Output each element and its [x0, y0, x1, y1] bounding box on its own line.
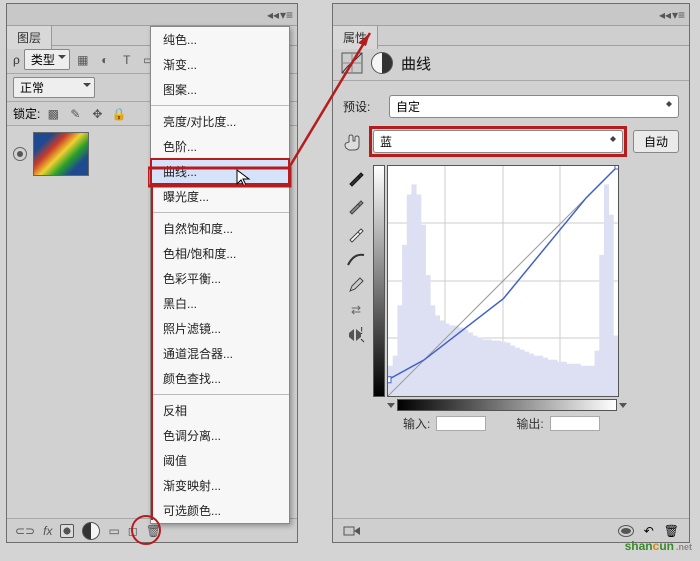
- input-value[interactable]: [436, 416, 486, 431]
- tab-properties[interactable]: 属性: [333, 26, 378, 49]
- filter-kind-icon[interactable]: ▦: [74, 52, 92, 68]
- menu-curves[interactable]: 曲线...: [151, 159, 289, 184]
- highlight-circle: [131, 515, 161, 545]
- mask-icon[interactable]: [60, 524, 74, 538]
- channel-row: 蓝 自动: [343, 126, 679, 157]
- io-row: 输入: 输出:: [373, 411, 627, 432]
- menu-hue-sat[interactable]: 色相/饱和度...: [151, 241, 289, 266]
- lock-all-icon[interactable]: 🔒: [110, 106, 128, 122]
- trash-icon[interactable]: 🗑: [664, 524, 679, 538]
- eyedropper-gray-icon[interactable]: [347, 197, 365, 215]
- eyedropper-black-icon[interactable]: [347, 169, 365, 187]
- menu-gradient-map[interactable]: 渐变映射...: [151, 473, 289, 498]
- properties-body: 预设: 自定 蓝 自动 ⇄ !: [333, 81, 689, 438]
- smooth-icon[interactable]: ⇄: [351, 303, 361, 317]
- auto-button[interactable]: 自动: [633, 130, 679, 153]
- preset-select[interactable]: 自定: [389, 95, 679, 118]
- clip-warning-icon[interactable]: !: [347, 327, 365, 343]
- adjustment-context-menu: 纯色... 渐变... 图案... 亮度/对比度... 色阶... 曲线... …: [150, 26, 290, 524]
- clip-icon[interactable]: [343, 524, 361, 538]
- output-label: 输出:: [516, 415, 543, 432]
- menu-invert[interactable]: 反相: [151, 398, 289, 423]
- menu-levels[interactable]: 色阶...: [151, 134, 289, 159]
- curves-grid-icon[interactable]: [341, 52, 363, 74]
- menu-threshold[interactable]: 阈值: [151, 448, 289, 473]
- properties-heading: 曲线: [401, 53, 431, 74]
- panel-menu-icon[interactable]: ▾≡: [280, 8, 293, 22]
- menu-posterize[interactable]: 色调分离...: [151, 423, 289, 448]
- menu-separator: [151, 394, 289, 395]
- properties-panel: ◂◂ ▾≡ 属性 曲线 预设: 自定 蓝 自动: [332, 3, 690, 543]
- preset-row: 预设: 自定: [343, 95, 679, 118]
- visibility-eye-icon[interactable]: [13, 147, 27, 161]
- eyedropper-white-icon[interactable]: [347, 225, 365, 243]
- black-slider[interactable]: [387, 403, 395, 408]
- hand-icon[interactable]: [343, 134, 363, 150]
- vert-gradient: [373, 165, 385, 397]
- group-icon[interactable]: ▭: [108, 524, 119, 538]
- watermark: shancun.net: [625, 537, 692, 555]
- lock-label: 锁定:: [13, 105, 40, 122]
- link-icon[interactable]: ⊂⊃: [15, 524, 35, 538]
- mask-disc-icon[interactable]: [371, 52, 393, 74]
- reset-icon[interactable]: ↶: [644, 524, 654, 538]
- preset-label: 预设:: [343, 98, 383, 115]
- fx-icon[interactable]: fx: [43, 524, 52, 538]
- properties-titlebar: ◂◂ ▾≡: [333, 4, 689, 26]
- collapse-icon[interactable]: ◂◂: [267, 8, 279, 22]
- menu-vibrance[interactable]: 自然饱和度...: [151, 216, 289, 241]
- channel-highlight: 蓝: [369, 126, 627, 157]
- panel-menu-icon[interactable]: ▾≡: [672, 8, 685, 22]
- layer-thumbnail[interactable]: [33, 132, 89, 176]
- view-previous-icon[interactable]: [618, 525, 634, 537]
- filter-text-icon[interactable]: T: [118, 52, 136, 68]
- white-slider[interactable]: [619, 403, 627, 408]
- channel-select[interactable]: 蓝: [373, 130, 623, 153]
- curves-svg: [388, 166, 618, 396]
- menu-solid-color[interactable]: 纯色...: [151, 27, 289, 52]
- lock-transparency-icon[interactable]: ▩: [44, 106, 62, 122]
- tab-row: 属性: [333, 26, 689, 46]
- menu-channel-mixer[interactable]: 通道混合器...: [151, 341, 289, 366]
- menu-exposure[interactable]: 曝光度...: [151, 184, 289, 209]
- output-value[interactable]: [550, 416, 600, 431]
- horiz-gradient: [397, 399, 617, 411]
- blend-mode-select[interactable]: 正常: [13, 77, 95, 98]
- adjustment-layer-icon[interactable]: [82, 522, 100, 540]
- filter-fx-icon[interactable]: ◐: [96, 52, 114, 68]
- menu-photo-filter[interactable]: 照片滤镜...: [151, 316, 289, 341]
- curve-point-icon[interactable]: [346, 253, 366, 267]
- input-label: 输入:: [403, 415, 430, 432]
- menu-separator: [151, 212, 289, 213]
- pencil-icon[interactable]: [348, 277, 364, 293]
- curves-graph-wrap: 输入: 输出:: [373, 165, 627, 432]
- menu-color-lookup[interactable]: 颜色查找...: [151, 366, 289, 391]
- menu-color-balance[interactable]: 色彩平衡...: [151, 266, 289, 291]
- collapse-icon[interactable]: ◂◂: [659, 8, 671, 22]
- properties-header: 曲线: [333, 46, 689, 81]
- layers-titlebar: ◂◂ ▾≡: [7, 4, 297, 26]
- menu-selective-color[interactable]: 可选颜色...: [151, 498, 289, 523]
- menu-separator: [151, 105, 289, 106]
- tab-layers[interactable]: 图层: [7, 26, 52, 49]
- lock-move-icon[interactable]: ✥: [88, 106, 106, 122]
- curves-graph[interactable]: [387, 165, 619, 397]
- menu-bw[interactable]: 黑白...: [151, 291, 289, 316]
- curves-tool-column: ⇄ !: [343, 165, 369, 432]
- menu-pattern[interactable]: 图案...: [151, 77, 289, 102]
- menu-gradient[interactable]: 渐变...: [151, 52, 289, 77]
- curves-area: ⇄ !: [343, 165, 679, 432]
- lock-brush-icon[interactable]: ✎: [66, 106, 84, 122]
- menu-brightness[interactable]: 亮度/对比度...: [151, 109, 289, 134]
- svg-text:!: !: [360, 327, 363, 337]
- filter-type-select[interactable]: 类型: [24, 49, 70, 70]
